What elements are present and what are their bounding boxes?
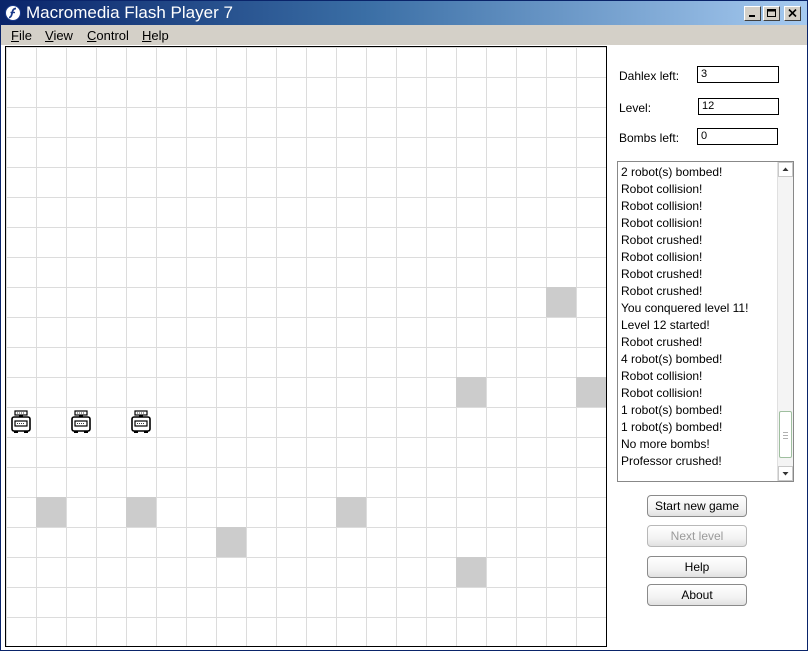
dahlex-left-field: 3 xyxy=(697,66,779,83)
log-message: No more bombs! xyxy=(621,437,710,451)
message-log[interactable]: 2 robot(s) bombed! Robot collision! Robot … xyxy=(617,161,794,482)
log-message: 4 robot(s) bombed! xyxy=(621,352,723,366)
robot-icon xyxy=(126,407,156,437)
log-message: 2 robot(s) bombed! xyxy=(621,165,723,179)
log-message: Robot crushed! xyxy=(621,233,703,247)
log-message: Level 12 started! xyxy=(621,318,710,332)
app-window: Macromedia Flash Player 7 File View Cont… xyxy=(0,0,808,651)
message-log-list: 2 robot(s) bombed! Robot collision! Robot … xyxy=(621,164,776,470)
arrow-up-icon xyxy=(782,167,789,171)
log-message: 1 robot(s) bombed! xyxy=(621,420,723,434)
bombs-left-label: Bombs left: xyxy=(619,131,680,145)
next-level-button[interactable]: Next level xyxy=(647,525,747,547)
maximize-icon xyxy=(767,9,776,17)
log-message: You conquered level 11! xyxy=(621,301,749,315)
log-message: Robot collision! xyxy=(621,182,703,196)
menu-view-label: iew xyxy=(53,28,73,43)
block-cell xyxy=(456,377,486,407)
menu-view[interactable]: View xyxy=(45,28,73,43)
log-message: Robot collision! xyxy=(621,199,703,213)
arrow-down-icon xyxy=(782,472,789,476)
flash-player-icon xyxy=(5,5,21,21)
menu-file-mnemonic: F xyxy=(11,28,19,43)
menu-bar: File View Control Help xyxy=(1,25,807,45)
block-cell xyxy=(126,497,156,527)
menu-help[interactable]: Help xyxy=(142,28,169,43)
minimize-button[interactable] xyxy=(744,6,761,21)
level-label: Level: xyxy=(619,101,652,115)
log-message: 1 robot(s) bombed! xyxy=(621,403,723,417)
game-board[interactable] xyxy=(5,46,607,647)
bombs-left-field: 0 xyxy=(697,128,778,145)
title-bar[interactable]: Macromedia Flash Player 7 xyxy=(1,1,807,25)
scroll-down-button[interactable] xyxy=(778,466,793,481)
side-panel: Dahlex left: 3 Level: 12 Bombs left: 0 2… xyxy=(613,45,807,650)
maximize-button[interactable] xyxy=(763,6,780,21)
level-field: 12 xyxy=(698,98,779,115)
start-new-game-button[interactable]: Start new game xyxy=(647,495,747,517)
scroll-thumb[interactable] xyxy=(779,411,792,458)
menu-help-mnemonic: H xyxy=(142,28,152,43)
block-cell xyxy=(456,557,486,587)
window-title: Macromedia Flash Player 7 xyxy=(26,3,233,22)
log-message: Robot crushed! xyxy=(621,284,703,298)
about-button[interactable]: About xyxy=(647,584,747,606)
log-message: Robot collision! xyxy=(621,386,703,400)
robot-icon xyxy=(6,407,36,437)
menu-file[interactable]: File xyxy=(11,28,32,43)
robot-icon xyxy=(66,407,96,437)
log-message: Professor crushed! xyxy=(621,454,722,468)
menu-control-mnemonic: C xyxy=(87,28,97,43)
log-scrollbar[interactable] xyxy=(777,162,793,481)
flash-content: Dahlex left: 3 Level: 12 Bombs left: 0 2… xyxy=(1,45,807,650)
close-icon xyxy=(788,9,797,18)
menu-control-label: ontrol xyxy=(96,28,129,43)
log-message: Robot collision! xyxy=(621,369,703,383)
block-cell xyxy=(36,497,66,527)
menu-control[interactable]: Control xyxy=(87,28,129,43)
minimize-icon xyxy=(749,15,755,17)
dahlex-left-label: Dahlex left: xyxy=(619,69,680,83)
log-message: Robot crushed! xyxy=(621,335,703,349)
block-cell xyxy=(576,377,606,407)
help-button[interactable]: Help xyxy=(647,556,747,578)
block-cell xyxy=(216,527,246,557)
log-message: Robot collision! xyxy=(621,216,703,230)
scroll-up-button[interactable] xyxy=(778,162,793,177)
block-cell xyxy=(336,497,366,527)
log-message: Robot crushed! xyxy=(621,267,703,281)
grip-icon xyxy=(783,432,788,439)
menu-help-label: elp xyxy=(151,28,169,43)
close-button[interactable] xyxy=(784,6,801,21)
menu-file-label: ile xyxy=(18,28,32,43)
block-cell xyxy=(546,287,576,317)
log-message: Robot collision! xyxy=(621,250,703,264)
